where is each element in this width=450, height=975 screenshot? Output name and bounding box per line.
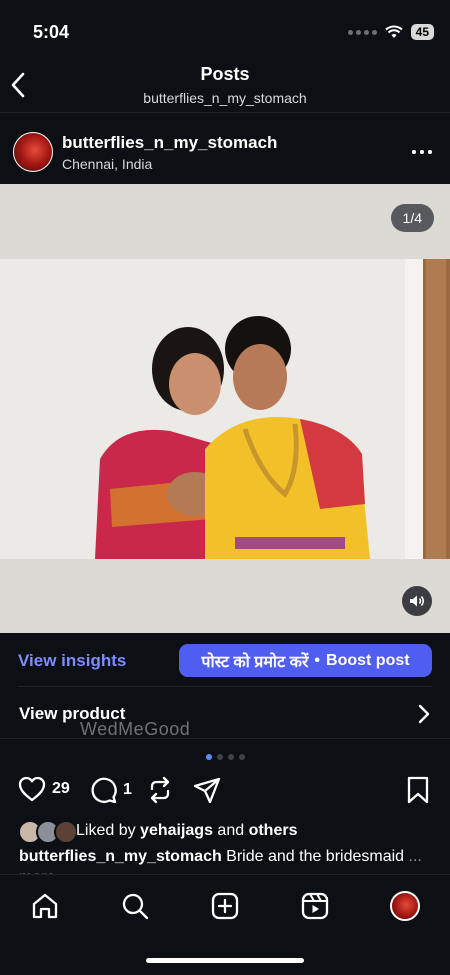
like-button[interactable]: 29 bbox=[18, 776, 70, 802]
liker-avatars[interactable] bbox=[18, 820, 78, 844]
carousel-dot bbox=[238, 754, 245, 760]
liked-by-user[interactable]: yehaijags bbox=[140, 822, 213, 839]
share-button[interactable] bbox=[193, 776, 221, 804]
more-options-button[interactable] bbox=[412, 150, 432, 154]
liked-by-prefix: Liked by bbox=[76, 822, 141, 839]
tab-search[interactable] bbox=[120, 891, 150, 921]
repost-icon bbox=[150, 776, 170, 804]
post-username[interactable]: butterflies_n_my_stomach bbox=[62, 133, 277, 153]
tab-profile[interactable] bbox=[390, 891, 420, 921]
speaker-icon bbox=[410, 595, 424, 607]
avatar[interactable] bbox=[13, 132, 53, 172]
liked-by-others[interactable]: others bbox=[249, 822, 298, 839]
boost-separator: • bbox=[314, 651, 321, 669]
comment-button[interactable]: 1 bbox=[89, 776, 132, 804]
tab-create[interactable] bbox=[210, 891, 240, 921]
reels-icon bbox=[301, 892, 329, 920]
chevron-right-icon bbox=[418, 704, 430, 724]
home-indicator bbox=[146, 958, 304, 963]
bookmark-icon bbox=[407, 776, 429, 804]
tab-home[interactable] bbox=[30, 891, 60, 921]
header-divider bbox=[0, 112, 450, 113]
page-title: Posts bbox=[200, 64, 250, 84]
carousel-indicator bbox=[0, 754, 450, 760]
promo-divider bbox=[18, 686, 432, 687]
caption-text: Bride and the bridesmaid bbox=[221, 848, 405, 865]
post-photo bbox=[0, 259, 450, 559]
post-location[interactable]: Chennai, India bbox=[62, 156, 152, 172]
search-icon bbox=[122, 893, 149, 920]
liked-by-mid: and bbox=[212, 822, 249, 839]
cellular-icon bbox=[347, 29, 377, 35]
view-product-chevron[interactable] bbox=[418, 704, 430, 729]
post-caption[interactable]: butterflies_n_my_stomach Bride and the b… bbox=[19, 846, 439, 874]
avatar bbox=[54, 820, 78, 844]
tab-reels[interactable] bbox=[300, 891, 330, 921]
status-time: 5:04 bbox=[33, 22, 70, 42]
carousel-dot bbox=[227, 754, 234, 760]
wifi-icon bbox=[384, 25, 403, 38]
like-count[interactable]: 29 bbox=[52, 780, 70, 798]
page-subtitle: butterflies_n_my_stomach bbox=[143, 90, 307, 106]
comment-count[interactable]: 1 bbox=[123, 781, 132, 799]
photo-illustration bbox=[0, 259, 450, 559]
boost-post-button[interactable]: पोस्ट को प्रमोट करें • Boost post bbox=[179, 644, 432, 677]
boost-label: Boost post bbox=[326, 651, 410, 669]
battery-icon: 45 bbox=[410, 24, 434, 40]
plus-square-icon bbox=[211, 892, 239, 920]
save-button[interactable] bbox=[406, 776, 430, 804]
post-media[interactable] bbox=[0, 184, 450, 633]
avatar bbox=[390, 891, 420, 921]
view-insights-link[interactable]: View insights bbox=[18, 651, 126, 671]
boost-hindi-label: पोस्ट को प्रमोट करें bbox=[201, 653, 309, 671]
comment-icon bbox=[91, 777, 117, 804]
repost-button[interactable] bbox=[146, 776, 174, 804]
carousel-dot bbox=[216, 754, 223, 760]
mute-button[interactable] bbox=[402, 586, 432, 616]
liked-by-text[interactable]: Liked by yehaijags and others bbox=[76, 822, 297, 840]
status-indicators: 45 bbox=[347, 24, 434, 40]
watermark: WedMeGood bbox=[80, 719, 191, 739]
media-counter: 1/4 bbox=[390, 204, 434, 232]
product-divider bbox=[0, 738, 450, 739]
caption-username[interactable]: butterflies_n_my_stomach bbox=[19, 848, 222, 865]
home-icon bbox=[32, 893, 58, 919]
heart-icon bbox=[18, 776, 46, 802]
carousel-dot bbox=[205, 754, 212, 760]
send-icon bbox=[193, 777, 221, 804]
